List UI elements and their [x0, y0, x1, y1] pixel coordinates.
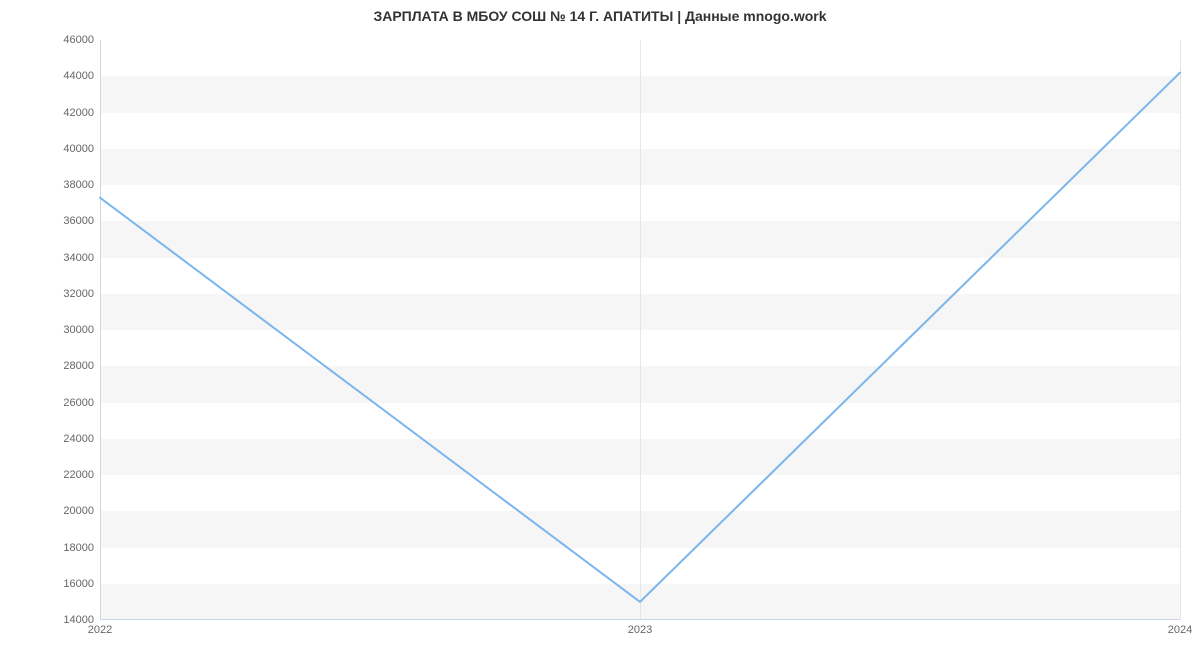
y-tick-label: 36000	[4, 215, 94, 227]
x-gridline	[1180, 40, 1181, 620]
y-tick-label: 32000	[4, 288, 94, 300]
y-tick-label: 26000	[4, 397, 94, 409]
x-tick-label: 2024	[1168, 624, 1192, 636]
x-tick-label: 2022	[88, 624, 112, 636]
x-tick-label: 2023	[628, 624, 652, 636]
y-tick-label: 28000	[4, 360, 94, 372]
y-tick-label: 18000	[4, 542, 94, 554]
plot-area	[100, 40, 1180, 620]
salary-line-chart: ЗАРПЛАТА В МБОУ СОШ № 14 Г. АПАТИТЫ | Да…	[0, 0, 1200, 650]
y-tick-label: 30000	[4, 324, 94, 336]
y-tick-label: 24000	[4, 433, 94, 445]
y-tick-label: 20000	[4, 505, 94, 517]
y-tick-label: 22000	[4, 469, 94, 481]
y-tick-label: 34000	[4, 252, 94, 264]
y-tick-label: 38000	[4, 179, 94, 191]
y-tick-label: 40000	[4, 143, 94, 155]
data-line	[100, 40, 1180, 620]
y-tick-label: 16000	[4, 578, 94, 590]
y-tick-label: 44000	[4, 70, 94, 82]
chart-title: ЗАРПЛАТА В МБОУ СОШ № 14 Г. АПАТИТЫ | Да…	[0, 8, 1200, 24]
y-tick-label: 14000	[4, 614, 94, 626]
y-tick-label: 42000	[4, 107, 94, 119]
y-tick-label: 46000	[4, 34, 94, 46]
